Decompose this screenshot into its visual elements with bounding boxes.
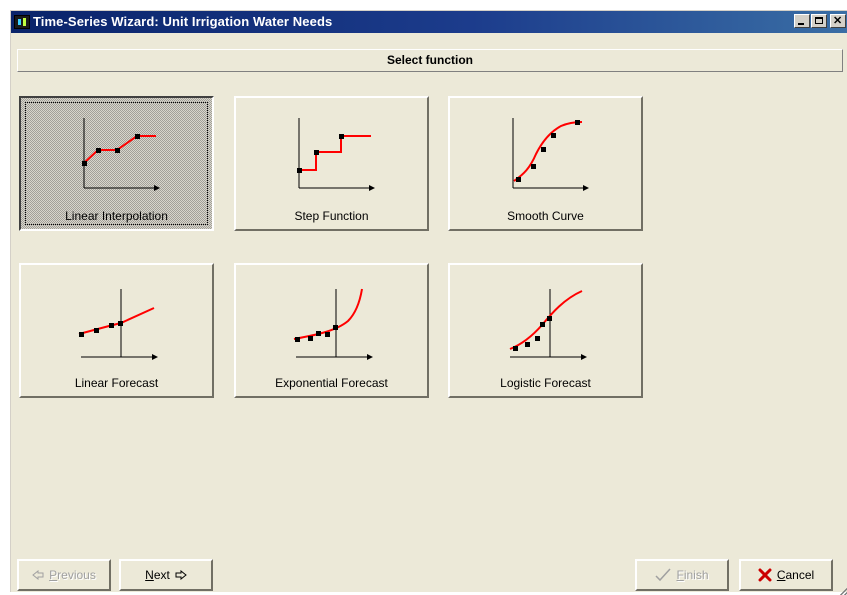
function-label: Smooth Curve	[507, 209, 584, 223]
wizard-window: Time-Series Wizard: Unit Irrigation Wate…	[10, 10, 847, 595]
function-label: Linear Interpolation	[65, 209, 168, 223]
linear-forecast-button[interactable]: Linear Forecast	[19, 263, 214, 398]
cancel-label: Cancel	[777, 568, 814, 582]
logistic-forecast-graph-icon	[509, 289, 587, 360]
cancel-button[interactable]: Cancel	[739, 559, 833, 591]
exponential-forecast-graph-icon	[293, 288, 373, 360]
step-header: Select function	[17, 49, 843, 72]
function-label: Exponential Forecast	[275, 376, 388, 390]
close-icon[interactable]	[830, 14, 846, 28]
next-label-rest: ext	[153, 568, 170, 582]
title-bar[interactable]: Time-Series Wizard: Unit Irrigation Wate…	[11, 11, 847, 33]
wizard-app-icon	[14, 15, 30, 29]
function-label: Linear Forecast	[74, 376, 159, 390]
next-label: Next	[145, 568, 170, 582]
x-icon	[758, 568, 772, 582]
linear-forecast-graph-icon	[78, 289, 158, 360]
next-accel: N	[145, 568, 154, 582]
arrow-right-icon	[175, 570, 187, 580]
finish-label: Finish	[676, 568, 708, 582]
logistic-forecast-button[interactable]: Logistic Forecast	[448, 263, 643, 398]
cancel-label-rest: ancel	[785, 568, 815, 582]
previous-label-rest: revious	[57, 568, 96, 582]
finish-accel: F	[676, 568, 684, 582]
linear-interpolation-button[interactable]: Linear Interpolation	[19, 96, 214, 231]
next-button[interactable]: Next	[119, 559, 213, 591]
maximize-icon[interactable]	[811, 14, 827, 28]
arrow-left-icon	[32, 570, 44, 580]
smooth-curve-button[interactable]: Smooth Curve	[448, 96, 643, 231]
previous-button[interactable]: Previous	[17, 559, 111, 591]
window-title: Time-Series Wizard: Unit Irrigation Wate…	[33, 14, 333, 29]
resize-grip-icon[interactable]	[840, 587, 847, 595]
smooth-curve-graph-icon	[512, 118, 589, 191]
finish-label-rest: inish	[683, 568, 709, 582]
linear-interpolation-graph-icon	[82, 118, 160, 191]
function-label: Logistic Forecast	[500, 376, 591, 390]
finish-button[interactable]: Finish	[635, 559, 729, 591]
checkmark-icon	[655, 568, 672, 582]
step-function-graph-icon	[297, 118, 375, 191]
previous-accel: P	[49, 568, 58, 582]
minimize-icon[interactable]	[794, 14, 810, 28]
function-label: Step Function	[294, 209, 369, 223]
step-function-button[interactable]: Step Function	[234, 96, 429, 231]
exponential-forecast-button[interactable]: Exponential Forecast	[234, 263, 429, 398]
previous-label: Previous	[49, 568, 96, 582]
